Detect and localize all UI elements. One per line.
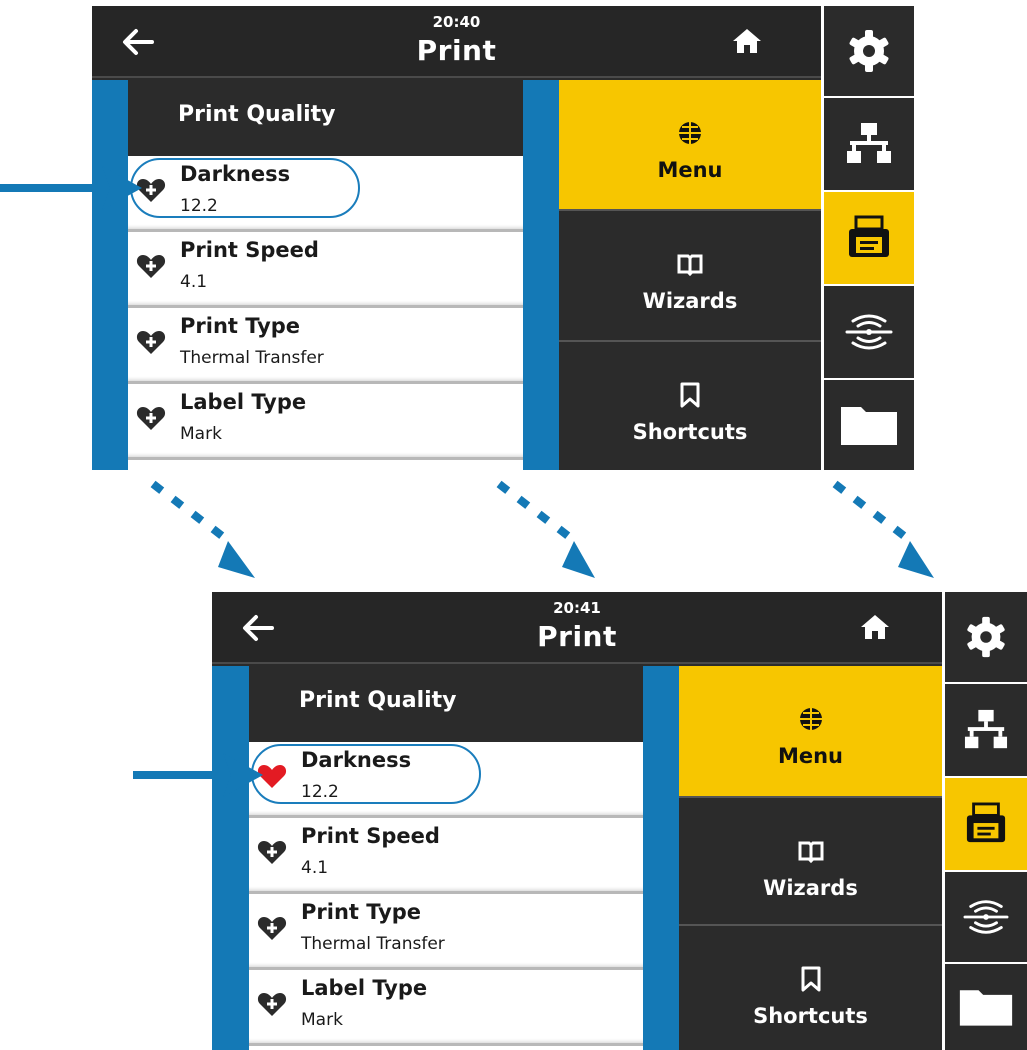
side-rfid-button[interactable]: [945, 872, 1027, 964]
bookmark-icon: [680, 382, 700, 408]
page-title: Print: [537, 620, 617, 653]
settings-list-panel: Print Quality Darkness 12.2 Print Speed …: [212, 666, 679, 1050]
wizards-label: Wizards: [642, 289, 738, 313]
side-folder-button[interactable]: [824, 380, 914, 470]
item-title: Darkness: [180, 162, 291, 186]
settings-gear-icon: [849, 30, 889, 72]
rfid-icon: [963, 900, 1009, 934]
rfid-icon: [845, 314, 893, 350]
menu-button[interactable]: Menu: [679, 666, 942, 798]
main-menu-column: Menu Wizards Shortcuts: [679, 666, 942, 1050]
shortcuts-label: Shortcuts: [632, 420, 748, 444]
page-title: Print: [416, 34, 497, 67]
printer-icon: [849, 215, 889, 257]
list-item-darkness[interactable]: Darkness 12.2: [128, 156, 523, 232]
printer-screen-after: 20:41 Print Print Quality Darkness 12.2: [212, 592, 1027, 1050]
shortcuts-button[interactable]: Shortcuts: [559, 342, 821, 470]
item-title: Darkness: [301, 748, 412, 772]
network-icon: [964, 709, 1008, 749]
list-header: Print Quality: [249, 666, 643, 742]
printer-icon: [966, 802, 1006, 843]
menu-label: Menu: [657, 158, 723, 182]
side-folder-button[interactable]: [945, 964, 1027, 1050]
side-network-button[interactable]: [824, 98, 914, 192]
item-title: Print Type: [180, 314, 301, 338]
item-value: Thermal Transfer: [180, 348, 324, 368]
home-icon[interactable]: [732, 28, 762, 54]
side-nav: [821, 6, 914, 470]
menu-button[interactable]: Menu: [559, 80, 821, 211]
side-rfid-button[interactable]: [824, 286, 914, 380]
globe-icon: [799, 708, 822, 730]
menu-label: Menu: [777, 744, 844, 768]
book-icon: [798, 841, 823, 864]
transition-arrows: [150, 480, 934, 578]
folder-icon: [841, 407, 897, 445]
printer-screen-before: 20:40 Print Print Quality Darkness 12.2: [92, 6, 914, 470]
settings-list: Print Quality Darkness 12.2 Print Speed …: [249, 666, 643, 1050]
item-title: Print Speed: [180, 238, 319, 262]
wizards-button[interactable]: Wizards: [559, 211, 821, 342]
side-printer-button[interactable]: [824, 192, 914, 286]
side-network-button[interactable]: [945, 684, 1027, 778]
item-value: 12.2: [180, 196, 218, 216]
heart-plus-icon[interactable]: [257, 838, 287, 866]
heart-plus-icon[interactable]: [136, 328, 166, 356]
heart-plus-icon[interactable]: [257, 990, 287, 1018]
clock-time: 20:41: [553, 599, 601, 617]
clock-time: 20:40: [432, 13, 481, 31]
main-menu-column: Menu Wizards Shortcuts: [559, 80, 821, 470]
item-value: Thermal Transfer: [301, 934, 445, 954]
list-item-label-type[interactable]: Label Type Mark: [128, 384, 523, 460]
dotted-arrow-right: [832, 480, 934, 578]
network-icon: [847, 123, 891, 163]
dotted-arrow-middle: [496, 480, 595, 578]
item-value: Mark: [301, 1010, 343, 1030]
item-value: 4.1: [301, 858, 329, 878]
list-item-print-speed[interactable]: Print Speed 4.1: [249, 818, 643, 894]
top-bar: 20:40 Print: [92, 6, 821, 78]
side-settings-button[interactable]: [945, 592, 1027, 684]
bookmark-icon: [801, 966, 820, 992]
heart-plus-icon[interactable]: [136, 252, 166, 280]
list-item-print-type[interactable]: Print Type Thermal Transfer: [249, 894, 643, 970]
item-title: Label Type: [301, 976, 428, 1000]
callout-arrow: [133, 753, 263, 797]
item-value: Mark: [180, 424, 222, 444]
book-icon: [677, 254, 703, 277]
callout-arrow: [0, 166, 142, 210]
dotted-arrow-left: [150, 480, 255, 578]
wizards-button[interactable]: Wizards: [679, 798, 942, 926]
side-settings-button[interactable]: [824, 6, 914, 98]
list-item-darkness[interactable]: Darkness 12.2: [249, 742, 643, 818]
list-item-print-speed[interactable]: Print Speed 4.1: [128, 232, 523, 308]
settings-list: Print Quality Darkness 12.2 Print Speed …: [128, 80, 523, 470]
side-nav: [942, 592, 1027, 1050]
top-bar: 20:41 Print: [212, 592, 942, 664]
heart-plus-icon[interactable]: [136, 404, 166, 432]
shortcuts-button[interactable]: Shortcuts: [679, 926, 942, 1050]
settings-list-panel: Print Quality Darkness 12.2 Print Speed …: [92, 80, 559, 470]
item-title: Label Type: [180, 390, 307, 414]
list-item-label-type[interactable]: Label Type Mark: [249, 970, 643, 1046]
item-title: Print Speed: [301, 824, 440, 848]
item-value: 12.2: [301, 782, 339, 802]
list-item-print-type[interactable]: Print Type Thermal Transfer: [128, 308, 523, 384]
side-printer-button[interactable]: [945, 778, 1027, 872]
wizards-label: Wizards: [763, 876, 858, 900]
item-title: Print Type: [301, 900, 422, 924]
settings-gear-icon: [967, 616, 1005, 658]
item-value: 4.1: [180, 272, 208, 292]
folder-icon: [959, 990, 1013, 1026]
globe-icon: [679, 122, 701, 144]
home-icon[interactable]: [860, 614, 890, 640]
heart-plus-icon[interactable]: [257, 914, 287, 942]
shortcuts-label: Shortcuts: [753, 1004, 868, 1028]
list-header: Print Quality: [128, 80, 523, 156]
